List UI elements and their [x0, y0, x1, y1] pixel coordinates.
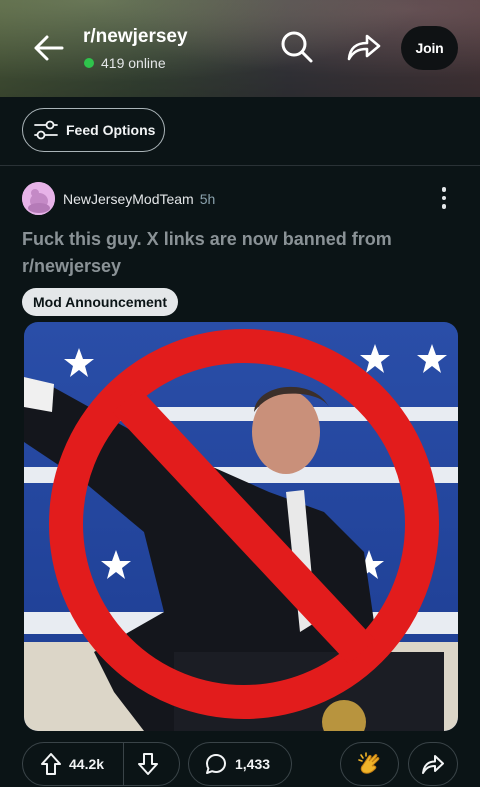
- share-subreddit-button[interactable]: [344, 28, 384, 66]
- online-count: 419 online: [101, 55, 166, 71]
- snoo-avatar-icon: [22, 182, 55, 215]
- search-button[interactable]: [278, 28, 316, 66]
- image-content: [24, 322, 458, 731]
- vote-control: 44.2k: [22, 742, 180, 786]
- comment-bubble-icon: [206, 754, 226, 774]
- subreddit-header: r/newjersey 419 online Join: [0, 0, 480, 97]
- comment-count: 1,433: [235, 756, 271, 772]
- downvote-button[interactable]: [124, 743, 172, 785]
- share-icon: [422, 755, 444, 774]
- join-button[interactable]: Join: [401, 26, 458, 70]
- award-clap-icon: [357, 752, 379, 774]
- feed-divider: [0, 165, 480, 166]
- vote-score: 44.2k: [69, 756, 105, 772]
- more-dot-icon: [441, 187, 447, 192]
- author-name[interactable]: NewJerseyModTeam: [63, 191, 194, 207]
- search-icon: [281, 31, 313, 63]
- feed-options-label: Feed Options: [66, 122, 156, 138]
- upvote-button[interactable]: [29, 743, 73, 785]
- back-button[interactable]: [30, 30, 68, 66]
- post-title[interactable]: Fuck this guy. X links are now banned fr…: [22, 226, 452, 280]
- feed-options-button[interactable]: Feed Options: [22, 108, 165, 152]
- upvote-arrow-icon: [41, 753, 61, 775]
- online-status: 419 online: [84, 55, 166, 71]
- post-flair[interactable]: Mod Announcement: [22, 288, 179, 316]
- more-dot-icon: [441, 204, 447, 209]
- comments-button[interactable]: 1,433: [188, 742, 292, 786]
- post-age: 5h: [199, 191, 216, 207]
- online-dot-icon: [84, 58, 94, 68]
- more-dot-icon: [441, 195, 447, 201]
- back-arrow-icon: [34, 35, 64, 61]
- author-avatar[interactable]: [22, 182, 55, 215]
- post-meta: NewJerseyModTeam 5h: [63, 191, 215, 207]
- subreddit-name[interactable]: r/newjersey: [83, 26, 188, 48]
- share-icon: [347, 34, 381, 61]
- downvote-arrow-icon: [138, 753, 158, 775]
- sliders-icon: [34, 120, 58, 140]
- post-overflow-button[interactable]: [432, 184, 456, 212]
- award-button[interactable]: [340, 742, 399, 786]
- share-post-button[interactable]: [408, 742, 458, 786]
- post-image[interactable]: [24, 322, 458, 731]
